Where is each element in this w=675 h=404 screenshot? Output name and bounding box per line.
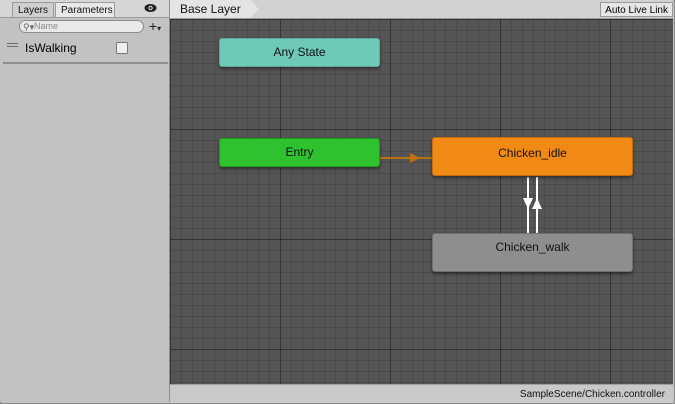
- search-input[interactable]: ⚲▾ Name: [19, 20, 144, 33]
- parameter-name[interactable]: IsWalking: [25, 40, 77, 56]
- parameter-row[interactable]: IsWalking: [0, 38, 169, 58]
- divider: [3, 62, 168, 64]
- breadcrumb-base-layer[interactable]: Base Layer: [170, 0, 259, 18]
- auto-live-link-button[interactable]: Auto Live Link: [600, 2, 673, 17]
- panel-tab-bar: Layers Parameters: [0, 0, 169, 18]
- entry-node[interactable]: Entry: [219, 138, 380, 167]
- eye-icon[interactable]: [144, 3, 157, 13]
- controller-path: SampleScene/Chicken.controller: [519, 389, 665, 400]
- chicken-idle-state[interactable]: Chicken_idle: [432, 137, 633, 176]
- status-footer: SampleScene/Chicken.controller: [170, 384, 673, 403]
- parameter-bool-checkbox[interactable]: [116, 42, 128, 54]
- any-state-node[interactable]: Any State: [219, 38, 380, 67]
- tab-parameters[interactable]: Parameters: [55, 2, 115, 17]
- add-parameter-button[interactable]: +▾: [148, 19, 162, 34]
- parameters-panel: Layers Parameters ⚲▾ Name +▾ IsWalking: [0, 0, 170, 402]
- search-placeholder: Name: [34, 21, 59, 31]
- graph-canvas[interactable]: [170, 19, 673, 384]
- animator-graph: Base Layer Auto Live Link Any State Entr…: [170, 0, 673, 403]
- tab-layers[interactable]: Layers: [12, 2, 54, 17]
- drag-handle-icon[interactable]: [7, 43, 18, 51]
- chicken-walk-state[interactable]: Chicken_walk: [432, 233, 633, 272]
- search-icon: ⚲▾: [23, 22, 35, 32]
- search-row: ⚲▾ Name +▾: [0, 18, 169, 36]
- graph-header: Base Layer Auto Live Link: [170, 0, 673, 19]
